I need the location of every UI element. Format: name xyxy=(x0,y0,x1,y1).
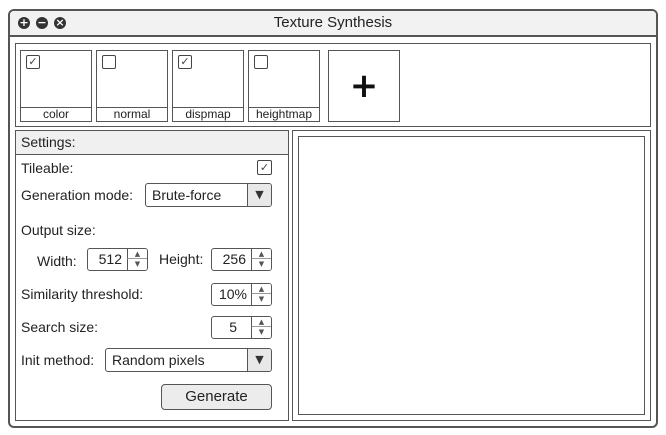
window-title: Texture Synthesis xyxy=(273,14,393,31)
generation-mode-label: Generation mode: xyxy=(21,187,134,203)
init-method-label: Init method: xyxy=(21,352,95,368)
similarity-threshold-label: Similarity threshold: xyxy=(21,286,144,302)
chevron-down-icon[interactable]: ▼ xyxy=(247,349,271,371)
tile-label-color: color xyxy=(21,107,91,121)
tileable-label: Tileable: xyxy=(21,160,74,176)
init-method-value: Random pixels xyxy=(112,352,205,368)
title-bar: + − × Texture Synthesis xyxy=(10,11,656,37)
height-value: 256 xyxy=(222,251,246,267)
settings-panel: Settings: Tileable: ✓ Generation mode: B… xyxy=(15,130,289,421)
search-size-up-icon[interactable]: ▲ xyxy=(251,317,271,327)
width-up-icon[interactable]: ▲ xyxy=(127,249,147,259)
init-method-select[interactable]: Random pixels ▼ xyxy=(105,348,272,372)
tile-color[interactable]: ✓ color xyxy=(20,50,92,122)
similarity-up-icon[interactable]: ▲ xyxy=(251,284,271,294)
tile-checkbox-heightmap[interactable] xyxy=(254,55,268,69)
height-label: Height: xyxy=(159,251,204,267)
tile-heightmap[interactable]: heightmap xyxy=(248,50,320,122)
similarity-threshold-value: 10% xyxy=(218,286,247,302)
search-size-stepper[interactable]: 5 ▲ ▼ xyxy=(211,316,272,339)
search-size-down-icon[interactable]: ▼ xyxy=(251,327,271,338)
height-stepper[interactable]: 256 ▲ ▼ xyxy=(211,248,272,271)
width-label: Width: xyxy=(37,253,77,269)
preview-panel xyxy=(292,130,651,421)
similarity-threshold-stepper[interactable]: 10% ▲ ▼ xyxy=(211,283,272,306)
search-size-value: 5 xyxy=(229,319,237,335)
add-map-button[interactable]: + xyxy=(328,50,400,122)
width-stepper[interactable]: 512 ▲ ▼ xyxy=(87,248,148,271)
app-window: + − × Texture Synthesis ✓ color normal ✓… xyxy=(8,9,658,428)
generate-button[interactable]: Generate xyxy=(161,384,272,410)
texture-map-strip: ✓ color normal ✓ dispmap heightmap + xyxy=(15,43,651,127)
generation-mode-value: Brute-force xyxy=(152,187,222,203)
tile-checkbox-color[interactable]: ✓ xyxy=(26,55,40,69)
output-size-label: Output size: xyxy=(21,222,96,238)
tile-label-normal: normal xyxy=(97,107,167,121)
output-canvas[interactable] xyxy=(298,136,645,415)
height-up-icon[interactable]: ▲ xyxy=(251,249,271,259)
similarity-down-icon[interactable]: ▼ xyxy=(251,294,271,305)
tile-normal[interactable]: normal xyxy=(96,50,168,122)
chevron-down-icon[interactable]: ▼ xyxy=(247,184,271,206)
settings-header: Settings: xyxy=(16,131,288,155)
tile-label-heightmap: heightmap xyxy=(249,107,319,121)
tile-label-dispmap: dispmap xyxy=(173,107,243,121)
tile-dispmap[interactable]: ✓ dispmap xyxy=(172,50,244,122)
width-value: 512 xyxy=(98,251,122,267)
tile-checkbox-normal[interactable] xyxy=(102,55,116,69)
tileable-checkbox[interactable]: ✓ xyxy=(257,160,272,175)
generation-mode-select[interactable]: Brute-force ▼ xyxy=(145,183,272,207)
width-down-icon[interactable]: ▼ xyxy=(127,259,147,270)
tile-checkbox-dispmap[interactable]: ✓ xyxy=(178,55,192,69)
search-size-label: Search size: xyxy=(21,319,99,335)
height-down-icon[interactable]: ▼ xyxy=(251,259,271,270)
